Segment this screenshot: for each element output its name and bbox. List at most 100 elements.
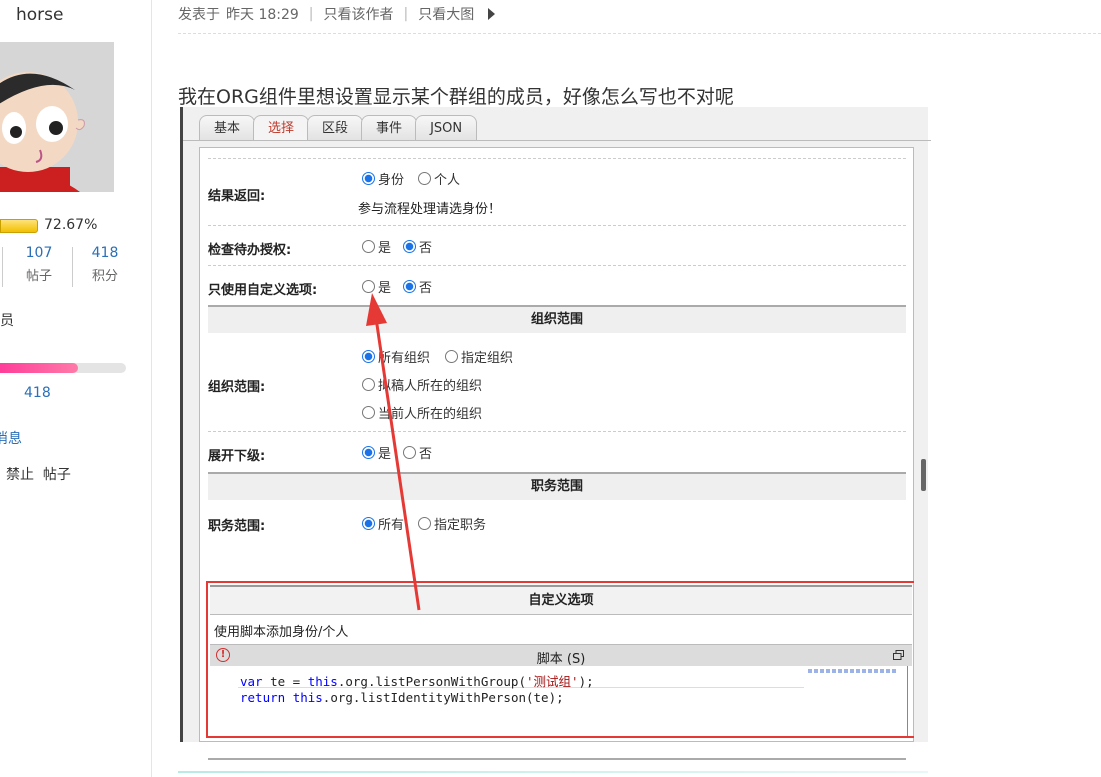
select-panel: 结果返回: 身份 个人 参与流程处理请选身份！ 检查待办授权: 是 否 只使用自… — [199, 147, 916, 760]
username[interactable]: horse — [16, 5, 63, 25]
radio-check-todo-yes[interactable]: 是 — [362, 237, 391, 256]
radio-unchecked-icon[interactable] — [362, 406, 375, 419]
panel-bottom-rule — [208, 758, 906, 760]
only-custom-label: 只使用自定义选项: — [208, 283, 318, 298]
send-message-link[interactable]: 消息 — [0, 428, 22, 448]
avatar[interactable] — [0, 42, 114, 192]
stat-divider — [72, 247, 73, 287]
radio-person[interactable]: 个人 — [418, 169, 460, 188]
row-divider — [208, 265, 906, 266]
panel-scrollbar[interactable] — [914, 147, 928, 742]
radio-yes-label: 是 — [378, 281, 392, 296]
stat-points-label: 积分 — [91, 269, 118, 284]
only-big-image-link[interactable]: 只看大图 — [418, 4, 474, 24]
only-author-link[interactable]: 只看该作者 — [324, 4, 394, 24]
radio-unchecked-icon[interactable] — [418, 517, 431, 530]
radio-duty-all[interactable]: 所有 — [362, 514, 404, 533]
radio-duty-specified-label: 指定职务 — [434, 518, 487, 533]
stat-posts[interactable]: 107 帖子 — [22, 245, 56, 284]
radio-org-all[interactable]: 所有组织 — [362, 347, 430, 366]
row-divider — [208, 158, 906, 159]
radio-org-drafter[interactable]: 拟稿人所在的组织 — [362, 375, 482, 394]
tab-section[interactable]: 区段 — [307, 115, 364, 141]
code-keyword: this — [292, 690, 323, 705]
stat-points[interactable]: 418 积分 — [88, 245, 122, 284]
code-line-2[interactable]: return this.org.listIdentityWithPerson(t… — [240, 690, 564, 705]
stat-divider — [2, 247, 3, 287]
radio-expand-yes[interactable]: 是 — [362, 443, 391, 462]
radio-checked-icon[interactable] — [403, 280, 416, 293]
radio-unchecked-icon[interactable] — [445, 350, 458, 363]
code-line-1[interactable]: var te = this.org.listPersonWithGroup('测… — [240, 671, 594, 690]
radio-expand-no[interactable]: 否 — [403, 443, 432, 462]
stat-posts-count[interactable]: 107 — [22, 245, 56, 261]
radio-duty-specified[interactable]: 指定职务 — [418, 514, 486, 533]
row-divider — [208, 431, 906, 432]
code-keyword: return — [240, 690, 286, 705]
radio-person-label: 个人 — [434, 173, 461, 188]
embedded-screenshot: 基本 选择 区段 事件 JSON 结果返回: 身份 个人 参与流程处理请选身份！… — [180, 107, 931, 760]
script-editor[interactable]: var te = this.org.listPersonWithGroup('测… — [210, 666, 912, 736]
radio-unchecked-icon[interactable] — [362, 378, 375, 391]
stat-posts-label: 帖子 — [25, 269, 52, 284]
meta-separator: | — [308, 6, 314, 22]
result-return-hint: 参与流程处理请选身份！ — [358, 202, 502, 217]
stat-points-count[interactable]: 418 — [88, 245, 122, 261]
radio-checked-icon[interactable] — [362, 172, 375, 185]
radio-unchecked-icon[interactable] — [362, 240, 375, 253]
editor-minimap — [808, 669, 898, 673]
code-string: '测试组' — [526, 674, 579, 689]
meta-separator: | — [403, 6, 409, 22]
radio-yes-label: 是 — [378, 447, 392, 462]
restore-window-icon[interactable] — [893, 650, 904, 660]
editor-scrollbar[interactable] — [907, 666, 908, 736]
tab-json[interactable]: JSON — [415, 115, 478, 141]
level-progress-bar — [0, 219, 38, 233]
radio-checked-icon[interactable] — [362, 350, 375, 363]
radio-yes-label: 是 — [378, 241, 392, 256]
user-sidebar: horse 72.67% 107 帖子 418 积分 员 418 消息 禁止 帖… — [0, 0, 152, 777]
tab-select[interactable]: 选择 — [253, 115, 310, 141]
radio-checked-icon[interactable] — [362, 446, 375, 459]
code-text: .org.listPersonWithGroup( — [337, 674, 526, 689]
level-percent: 72.67% — [44, 217, 98, 233]
radio-org-all-label: 所有组织 — [378, 351, 431, 366]
header-divider — [178, 33, 1101, 34]
radio-org-current-label: 当前人所在的组织 — [378, 407, 483, 422]
custom-options-highlight: 自定义选项 使用脚本添加身份/个人 ! 脚本 (S) var te = this… — [206, 581, 916, 738]
tab-events[interactable]: 事件 — [361, 115, 418, 141]
points-value: 418 — [24, 385, 51, 401]
code-keyword: this — [307, 674, 338, 689]
duty-scope-label: 职务范围: — [208, 519, 266, 534]
scroll-thumb[interactable] — [921, 459, 926, 491]
org-scope-label: 组织范围: — [208, 380, 266, 395]
tab-basic[interactable]: 基本 — [199, 115, 256, 141]
script-title: 脚本 (S) — [536, 652, 586, 667]
radio-identity[interactable]: 身份 — [362, 169, 404, 188]
play-triangle-icon[interactable] — [488, 8, 496, 20]
radio-identity-label: 身份 — [378, 173, 405, 188]
radio-checked-icon[interactable] — [362, 517, 375, 530]
radio-only-custom-yes[interactable]: 是 — [362, 277, 391, 296]
radio-check-todo-no[interactable]: 否 — [403, 237, 432, 256]
post-time: 昨天 18:29 — [226, 7, 299, 23]
code-text: ); — [578, 674, 594, 689]
radio-unchecked-icon[interactable] — [418, 172, 431, 185]
radio-duty-all-label: 所有 — [378, 518, 405, 533]
expand-sub-label: 展开下级: — [208, 449, 266, 464]
radio-checked-icon[interactable] — [403, 240, 416, 253]
radio-unchecked-icon[interactable] — [403, 446, 416, 459]
user-rank: 员 — [0, 313, 14, 329]
radio-org-drafter-label: 拟稿人所在的组织 — [378, 379, 483, 394]
radio-org-current[interactable]: 当前人所在的组织 — [362, 403, 482, 422]
radio-only-custom-no[interactable]: 否 — [403, 277, 432, 296]
radio-org-specified[interactable]: 指定组织 — [445, 347, 513, 366]
post-footer-line — [178, 771, 928, 773]
row-divider — [208, 225, 906, 226]
property-tabs: 基本 选择 区段 事件 JSON — [199, 115, 478, 141]
duty-section-title: 职务范围 — [208, 472, 906, 500]
radio-unchecked-icon[interactable] — [362, 280, 375, 293]
result-return-label: 结果返回: — [208, 189, 266, 204]
script-header: ! 脚本 (S) — [210, 644, 912, 667]
